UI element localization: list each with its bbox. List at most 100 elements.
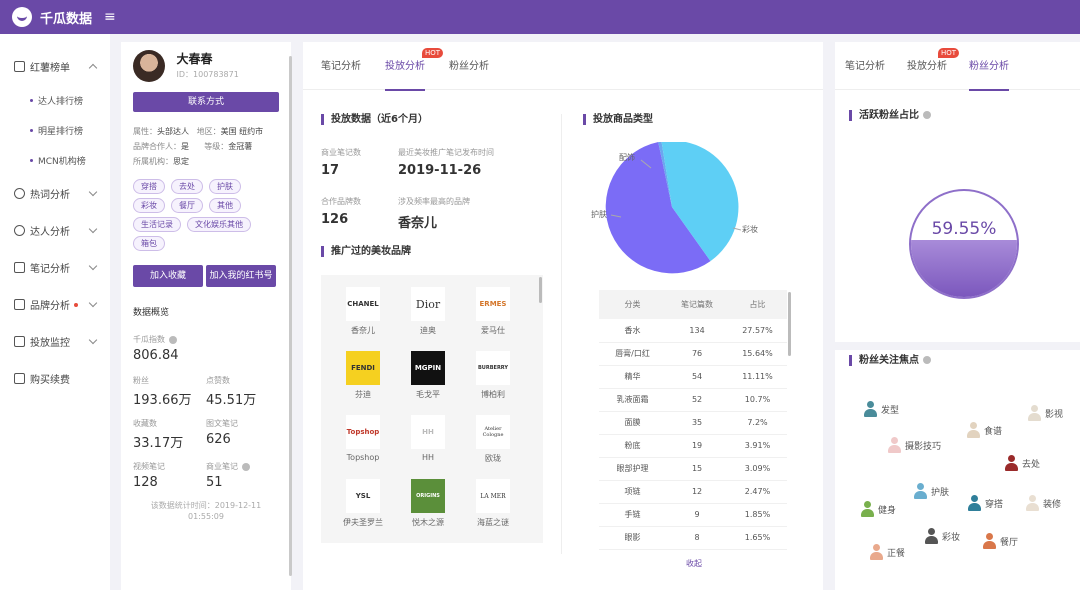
help-icon[interactable] bbox=[242, 462, 250, 471]
tag[interactable]: 箱包 bbox=[133, 236, 165, 251]
tag[interactable]: 穿搭 bbox=[133, 179, 165, 194]
brand-item[interactable]: CHANEL 香奈儿 bbox=[333, 287, 393, 351]
dot-icon bbox=[30, 98, 33, 102]
hh-logo: HH bbox=[411, 415, 445, 449]
table-row: 唇膏/口红 76 15.64% bbox=[599, 342, 787, 366]
help-icon[interactable] bbox=[923, 356, 931, 364]
menu-icon[interactable]: ≡ bbox=[104, 10, 116, 24]
stat-video-notes: 视频笔记 128 bbox=[133, 461, 206, 490]
profile-panel: 大春春 ID：100783871 联系方式 属性：头部达人 地区：美国 纽约市 品… bbox=[121, 42, 291, 590]
table-row: 手链 9 1.85% bbox=[599, 503, 787, 527]
tag[interactable]: 生活记录 bbox=[133, 217, 181, 232]
cell: 19 bbox=[666, 434, 728, 458]
collapse-link[interactable]: 收起 bbox=[686, 558, 702, 569]
flame-icon bbox=[14, 188, 25, 199]
brand-item[interactable]: BURBERRY 博柏利 bbox=[463, 351, 523, 415]
focus-item: 健身 bbox=[860, 501, 896, 517]
table-row: 项链 12 2.47% bbox=[599, 480, 787, 504]
stat-label: 千瓜指数 bbox=[133, 335, 165, 344]
tag[interactable]: 去处 bbox=[171, 179, 203, 194]
focus-item: 正餐 bbox=[869, 544, 905, 560]
hot-badge: HOT bbox=[937, 47, 959, 58]
brand-item[interactable]: ERMES 爱马仕 bbox=[463, 287, 523, 351]
person-icon bbox=[1027, 405, 1041, 421]
tag[interactable]: 彩妆 bbox=[133, 198, 165, 213]
stat-label: 商业笔记 bbox=[206, 462, 238, 471]
kv-top-brand: 涉及频率最高的品牌 香奈儿 bbox=[398, 196, 470, 231]
hermes-logo: ERMES bbox=[476, 287, 510, 321]
dior-logo: Dior bbox=[411, 287, 445, 321]
sidebar-item-kol[interactable]: 达人分析 bbox=[0, 212, 110, 249]
sidebar-item-ranking[interactable]: 红薯榜单 bbox=[0, 48, 110, 85]
brand-item[interactable]: YSL 伊夫圣罗兰 bbox=[333, 479, 393, 543]
sidebar-item-purchase[interactable]: 购买续费 bbox=[0, 360, 110, 397]
brand-item[interactable]: HH HH bbox=[398, 415, 458, 479]
kv-label: 合作品牌数 bbox=[321, 197, 361, 206]
tab-promo[interactable]: 投放分析 HOT bbox=[385, 42, 443, 91]
help-icon[interactable] bbox=[923, 111, 931, 119]
person-icon bbox=[869, 544, 883, 560]
sidebar-item-brand[interactable]: 品牌分析 bbox=[0, 286, 110, 323]
sidebar-item-notes[interactable]: 笔记分析 bbox=[0, 249, 110, 286]
brand-item[interactable]: MGPIN 毛戈平 bbox=[398, 351, 458, 415]
focus-item: 彩妆 bbox=[924, 528, 960, 544]
help-icon[interactable] bbox=[169, 335, 177, 344]
meta-value: 是 bbox=[181, 142, 189, 151]
brand-item[interactable]: LA MER 海蓝之谜 bbox=[463, 479, 523, 543]
brand-item[interactable]: ORIGINS 悦木之源 bbox=[398, 479, 458, 543]
brand-name: 悦木之源 bbox=[412, 518, 444, 527]
tab-notes[interactable]: 笔记分析 bbox=[321, 42, 361, 90]
profile-scrollbar[interactable] bbox=[289, 56, 292, 576]
person-icon bbox=[1004, 455, 1018, 471]
fendi-logo: FENDI bbox=[346, 351, 380, 385]
table-row: 粉底 19 3.91% bbox=[599, 434, 787, 458]
tag[interactable]: 文化娱乐其他 bbox=[187, 217, 251, 232]
cell: 项链 bbox=[599, 480, 667, 504]
cell: 1.65% bbox=[727, 526, 787, 550]
gauge-value: 59.55% bbox=[931, 219, 997, 239]
notification-dot bbox=[74, 302, 78, 307]
sidebar-item-monitor[interactable]: 投放监控 bbox=[0, 323, 110, 360]
gauge-fill bbox=[911, 239, 1017, 297]
tab-fans[interactable]: 粉丝分析 bbox=[449, 42, 489, 90]
focus-label: 健身 bbox=[878, 505, 897, 516]
kv-value: 香奈儿 bbox=[398, 216, 438, 231]
logo-icon bbox=[12, 7, 32, 27]
tag[interactable]: 护肤 bbox=[209, 179, 241, 194]
cell: 76 bbox=[666, 342, 728, 366]
stat-image-notes: 图文笔记 626 bbox=[206, 418, 279, 451]
table-scrollbar[interactable] bbox=[788, 292, 791, 356]
tag[interactable]: 餐厅 bbox=[171, 198, 203, 213]
cell: 52 bbox=[666, 388, 728, 412]
sidebar-sub-kol[interactable]: 达人排行榜 bbox=[0, 85, 110, 115]
brand-item[interactable]: Atelier Cologne 欧珑 bbox=[463, 415, 523, 479]
tab-promo[interactable]: 投放分析 HOT bbox=[907, 42, 959, 90]
tag[interactable]: 其他 bbox=[209, 198, 241, 213]
brand-name: 芬迪 bbox=[355, 390, 371, 399]
stat-label: 粉丝 bbox=[133, 376, 149, 385]
topshop-logo: Topshop bbox=[346, 415, 380, 449]
add-account-button[interactable]: 加入我的红书号 bbox=[206, 265, 276, 287]
tab-notes[interactable]: 笔记分析 bbox=[845, 42, 885, 90]
brand-scrollbar[interactable] bbox=[539, 277, 542, 303]
sidebar-item-hotwords[interactable]: 热词分析 bbox=[0, 175, 110, 212]
brand-item[interactable]: Topshop Topshop bbox=[333, 415, 393, 479]
column-header: 占比 bbox=[727, 290, 787, 319]
brand-name: 香奈儿 bbox=[351, 326, 375, 335]
tab-label: 投放分析 bbox=[907, 60, 947, 72]
origins-logo: ORIGINS bbox=[411, 479, 445, 513]
stat-biz-notes: 商业笔记 51 bbox=[206, 461, 279, 490]
sidebar-sub-label: MCN机构榜 bbox=[38, 156, 86, 167]
sidebar-sub-mcn[interactable]: MCN机构榜 bbox=[0, 145, 110, 175]
contact-button[interactable]: 联系方式 bbox=[133, 92, 279, 112]
divider bbox=[561, 114, 562, 554]
tag-list: 穿搭 去处 护肤 彩妆 餐厅 其他 生活记录 文化娱乐其他 箱包 bbox=[133, 179, 263, 251]
add-favorite-button[interactable]: 加入收藏 bbox=[133, 265, 203, 287]
chevron-down-icon bbox=[88, 187, 98, 197]
tab-fans[interactable]: 粉丝分析 bbox=[969, 42, 1009, 91]
cell: 精华 bbox=[599, 365, 667, 389]
brand-item[interactable]: FENDI 芬迪 bbox=[333, 351, 393, 415]
brand-item[interactable]: Dior 迪奥 bbox=[398, 287, 458, 351]
sidebar-sub-star[interactable]: 明星排行榜 bbox=[0, 115, 110, 145]
kv-value: 2019-11-26 bbox=[398, 163, 482, 178]
